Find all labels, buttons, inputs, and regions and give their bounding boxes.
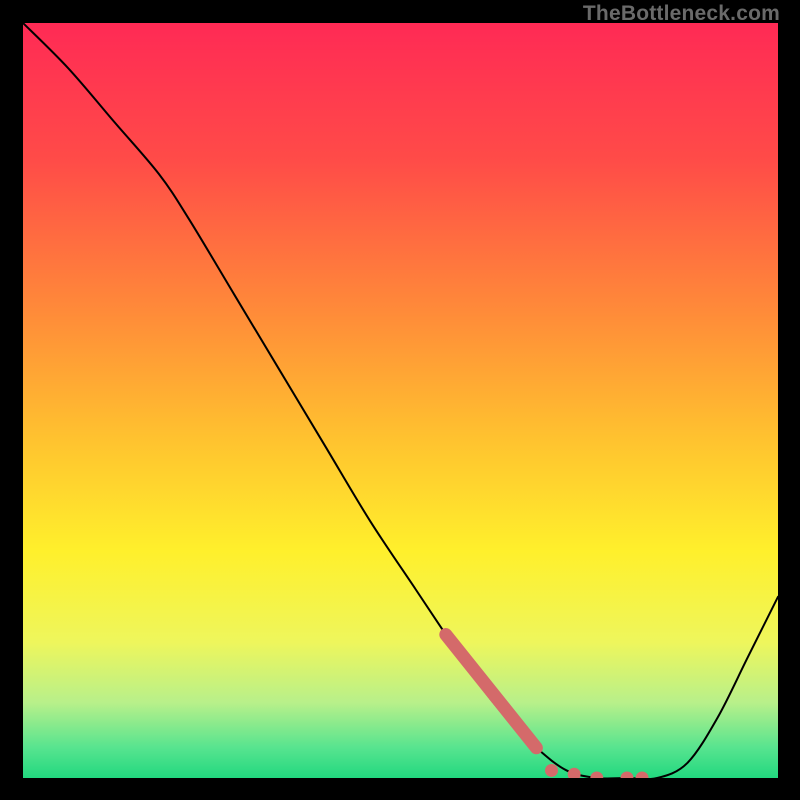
bottleneck-chart xyxy=(23,23,778,778)
chart-frame: TheBottleneck.com xyxy=(0,0,800,800)
highlight-dot xyxy=(545,764,558,777)
gradient-background xyxy=(23,23,778,778)
